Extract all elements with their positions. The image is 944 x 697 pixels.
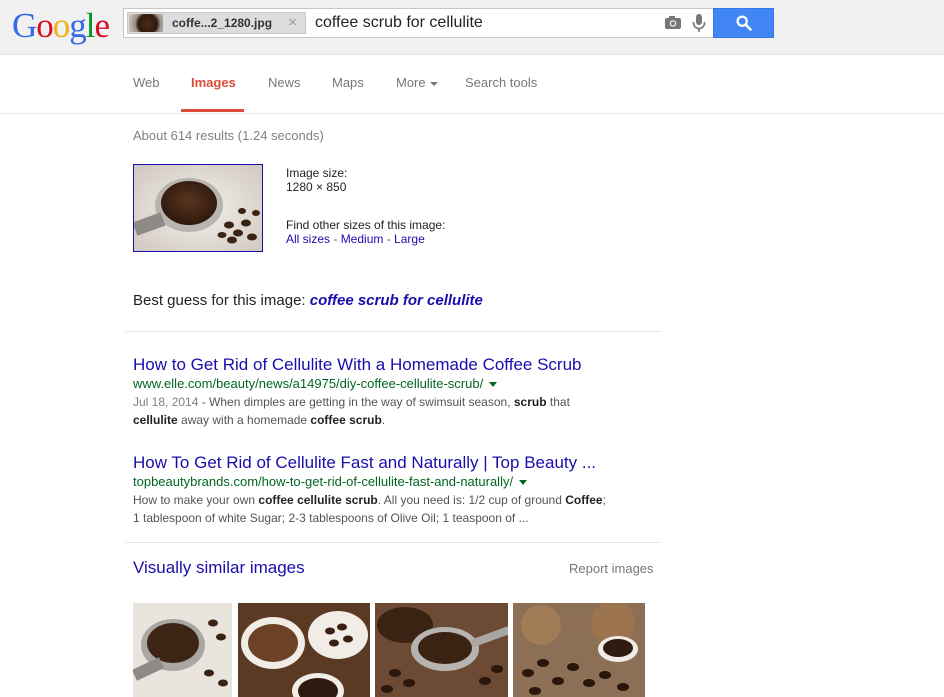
logo-letter: o — [52, 6, 70, 45]
snippet-text: away with a homemade — [177, 413, 311, 427]
divider — [125, 331, 661, 332]
similar-image-thumbnail[interactable] — [375, 603, 508, 697]
logo-letter: l — [85, 6, 96, 45]
result-title-link[interactable]: How to Get Rid of Cellulite With a Homem… — [133, 355, 663, 375]
search-box[interactable]: coffe...2_1280.jpg × — [123, 8, 713, 38]
similar-image-thumbnail[interactable] — [238, 603, 370, 697]
tab-images[interactable]: Images — [191, 75, 236, 90]
image-size-value: 1280 × 850 — [286, 180, 347, 194]
tab-more-label: More — [396, 75, 426, 90]
close-icon[interactable]: × — [288, 14, 297, 31]
result-date: Jul 18, 2014 — [133, 395, 199, 409]
search-result: How to Get Rid of Cellulite With a Homem… — [133, 355, 663, 429]
logo-letter: G — [12, 6, 37, 45]
image-chip-thumbnail — [129, 14, 163, 32]
result-url: topbeautybrands.com/how-to-get-rid-of-ce… — [133, 473, 663, 491]
active-tab-indicator — [181, 109, 244, 112]
tab-web[interactable]: Web — [133, 75, 160, 90]
best-guess-link[interactable]: coffee scrub for cellulite — [310, 292, 483, 309]
other-sizes-label: Find other sizes of this image: — [286, 218, 446, 232]
snippet-text: - When dimples are getting in the way of… — [198, 395, 514, 409]
image-chip-filename: coffe...2_1280.jpg — [172, 16, 273, 30]
chevron-down-icon[interactable] — [519, 480, 528, 486]
snippet-text: . All you need is: 1/2 cup of ground — [377, 493, 566, 507]
best-guess-label: Best guess for this image: — [133, 292, 306, 309]
tab-news[interactable]: News — [268, 75, 301, 90]
search-result: How To Get Rid of Cellulite Fast and Nat… — [133, 453, 663, 527]
other-sizes-links: All sizes - Medium - Large — [286, 232, 445, 246]
best-guess: Best guess for this image: coffee scrub … — [133, 292, 483, 309]
report-images-link[interactable]: Report images — [569, 561, 654, 576]
similar-image-thumbnail[interactable] — [513, 603, 645, 697]
query-image-thumbnail[interactable] — [133, 164, 263, 252]
result-url-text: topbeautybrands.com/how-to-get-rid-of-ce… — [133, 474, 514, 489]
search-icon — [736, 15, 752, 31]
snippet-text: How to make your own — [133, 493, 259, 507]
link-all-sizes[interactable]: All sizes — [286, 232, 330, 246]
snippet-text: 1 tablespoon of white Sugar; 2-3 tablesp… — [133, 511, 529, 525]
snippet-highlight: coffee cellulite scrub — [258, 493, 378, 507]
result-snippet: How to make your own coffee cellulite sc… — [133, 491, 663, 527]
link-large[interactable]: Large — [394, 232, 425, 246]
logo-letter: g — [69, 6, 86, 45]
result-snippet: Jul 18, 2014 - When dimples are getting … — [133, 393, 663, 429]
tab-maps[interactable]: Maps — [332, 75, 364, 90]
logo-letter: e — [94, 6, 111, 45]
result-url-text: www.elle.com/beauty/news/a14975/diy-coff… — [133, 376, 484, 391]
image-info: Image size: 1280 × 850 Find other sizes … — [286, 166, 445, 246]
camera-icon[interactable] — [664, 15, 682, 35]
snippet-highlight: cellulite — [133, 413, 178, 427]
image-query-chip[interactable]: coffe...2_1280.jpg × — [127, 12, 306, 34]
image-size-label: Image size: — [286, 166, 348, 180]
tab-more[interactable]: More — [396, 75, 438, 90]
snippet-highlight: scrub — [513, 395, 547, 409]
result-title-link[interactable]: How To Get Rid of Cellulite Fast and Nat… — [133, 453, 663, 473]
separator: - — [383, 232, 395, 246]
chevron-down-icon[interactable] — [489, 382, 498, 388]
top-bar: Google coffe...2_1280.jpg × — [0, 0, 944, 55]
chevron-down-icon — [429, 81, 438, 86]
divider — [125, 542, 661, 543]
google-logo[interactable]: Google — [12, 6, 111, 46]
tab-search-tools[interactable]: Search tools — [465, 75, 537, 90]
snippet-text: ; — [602, 493, 606, 507]
snippet-text: . — [381, 413, 386, 427]
similar-image-thumbnail[interactable] — [133, 603, 232, 697]
result-stats: About 614 results (1.24 seconds) — [133, 128, 324, 143]
separator: - — [330, 232, 341, 246]
search-input[interactable] — [315, 9, 655, 37]
microphone-icon[interactable] — [692, 14, 706, 38]
visually-similar-title[interactable]: Visually similar images — [133, 558, 305, 578]
snippet-highlight: Coffee — [565, 493, 603, 507]
search-button[interactable] — [713, 8, 774, 38]
logo-letter: o — [36, 6, 53, 45]
search-tabs: Web Images News Maps More Search tools — [0, 55, 944, 114]
snippet-highlight: coffee scrub — [310, 413, 382, 427]
result-url: www.elle.com/beauty/news/a14975/diy-coff… — [133, 375, 663, 393]
snippet-text: that — [546, 395, 570, 409]
link-medium[interactable]: Medium — [341, 232, 384, 246]
